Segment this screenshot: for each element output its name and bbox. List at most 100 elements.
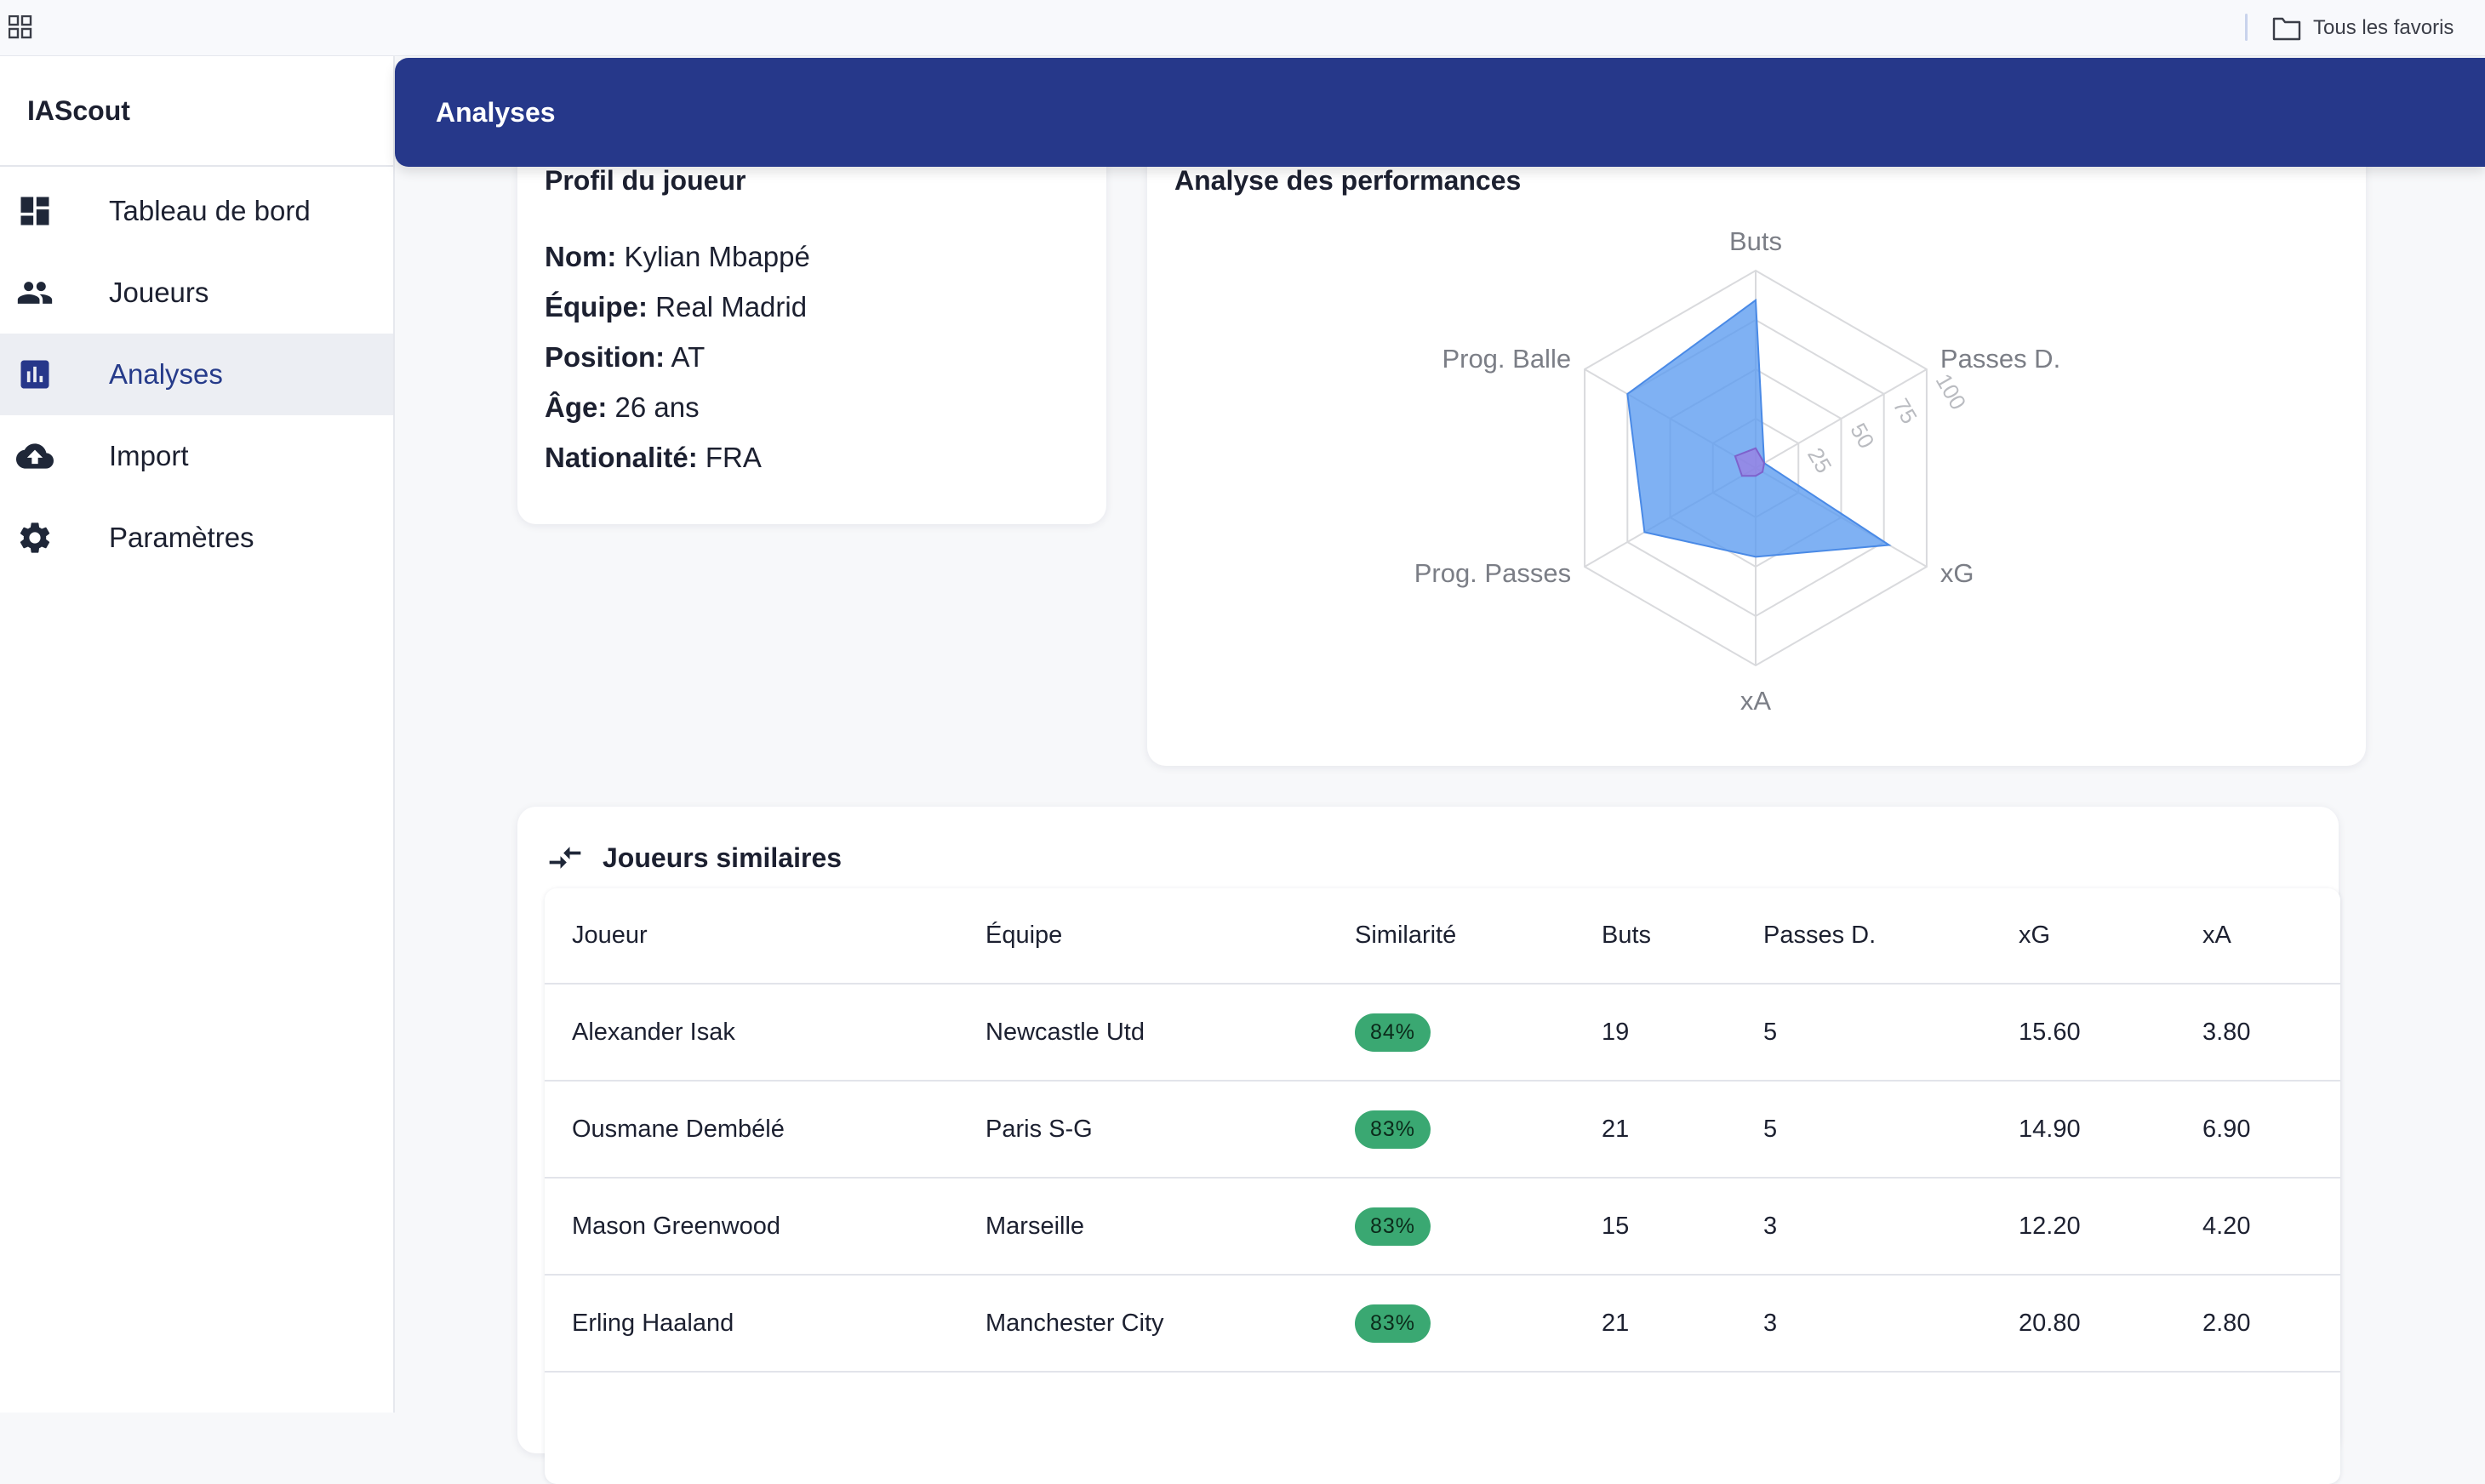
compare-arrows-icon (549, 847, 581, 869)
cell-xg: 20.80 (1991, 1275, 2175, 1373)
profile-field-value: AT (671, 341, 706, 373)
similar-players-table: Joueur Équipe Similarité Buts Passes D. … (545, 888, 2340, 1484)
sidebar-item-settings[interactable]: Paramètres (0, 497, 393, 579)
similarity-badge: 83% (1355, 1110, 1431, 1149)
sidebar-item-import[interactable]: Import (0, 415, 393, 497)
cell-xa: 6.90 (2175, 1081, 2340, 1179)
gear-icon (15, 518, 54, 557)
profile-field-team: Équipe: Real Madrid (545, 282, 810, 332)
cell-goals: 21 (1574, 1081, 1736, 1179)
bookmarks-folder[interactable]: Tous les favoris (2272, 12, 2454, 44)
app-header: Analyses (395, 58, 2485, 167)
cell-assists: 5 (1736, 984, 1991, 1082)
folder-icon (2272, 17, 2301, 41)
radar-axis-label: Prog. Balle (1442, 344, 1571, 374)
bookmarks-separator (2245, 14, 2248, 41)
radar-tick-label: 100 (1931, 369, 1972, 414)
radar-tick-label: 25 (1802, 443, 1837, 477)
player-profile-card: Profil du joueur Nom: Kylian Mbappé Équi… (517, 128, 1106, 524)
bookmarks-folder-label: Tous les favoris (2313, 16, 2454, 39)
profile-field-label: Équipe: (545, 291, 648, 322)
sidebar-item-players[interactable]: Joueurs (0, 252, 393, 334)
cell-assists: 5 (1736, 1081, 1991, 1179)
table-header-row: Joueur Équipe Similarité Buts Passes D. … (545, 888, 2340, 985)
radar-axis-label: Buts (1729, 226, 1782, 256)
table-row[interactable]: Mason Greenwood Marseille 83% 15 3 12.20… (545, 1178, 2340, 1276)
profile-field-label: Âge: (545, 391, 608, 423)
column-header-goals[interactable]: Buts (1574, 888, 1736, 985)
profile-field-name: Nom: Kylian Mbappé (545, 231, 810, 282)
radar-tick-label: 75 (1888, 394, 1922, 428)
column-header-player[interactable]: Joueur (545, 888, 958, 985)
cloud-upload-icon (15, 437, 54, 476)
cell-goals: 19 (1574, 984, 1736, 1082)
cell-xg: 12.20 (1991, 1178, 2175, 1276)
cell-xg: 15.60 (1991, 984, 2175, 1082)
column-header-xa[interactable]: xA (2175, 888, 2340, 985)
cell-assists: 3 (1736, 1275, 1991, 1373)
cell-similarity: 84% (1328, 984, 1574, 1082)
profile-field-value: Kylian Mbappé (624, 241, 810, 272)
similarity-badge: 83% (1355, 1207, 1431, 1246)
profile-field-label: Position: (545, 341, 666, 373)
cell-goals: 21 (1574, 1275, 1736, 1373)
similarity-badge: 84% (1355, 1013, 1431, 1052)
radar-axis-label: Prog. Passes (1414, 558, 1571, 588)
profile-field-label: Nom: (545, 241, 617, 272)
cell-goals: 15 (1574, 1178, 1736, 1276)
profile-field-age: Âge: 26 ans (545, 382, 810, 432)
cell-xa: 4.20 (2175, 1178, 2340, 1276)
performance-card: Analyse des performances 25 50 75 100 Buts Pa… (1147, 128, 2366, 766)
bar-chart-icon (15, 355, 54, 394)
cell-similarity: 83% (1328, 1081, 1574, 1179)
cell-xa: 3.80 (2175, 984, 2340, 1082)
cell-team: Manchester City (958, 1275, 1328, 1373)
cell-team: Paris S-G (958, 1081, 1328, 1179)
similar-title: Joueurs similaires (603, 842, 843, 873)
profile-field-value: FRA (705, 442, 762, 473)
profile-field-value: 26 ans (614, 391, 700, 423)
cell-assists: 3 (1736, 1178, 1991, 1276)
cell-similarity: 83% (1328, 1275, 1574, 1373)
radar-axis-label: xG (1940, 558, 1974, 588)
column-header-team[interactable]: Équipe (958, 888, 1328, 985)
sidebar-item-label: Joueurs (109, 277, 209, 308)
people-icon (15, 273, 54, 312)
radar-chart: 2550 75 100 Buts Passes D. xG xA Prog. Passes Pr… (1414, 226, 2060, 716)
apps-grid-icon[interactable] (8, 14, 32, 39)
table-row[interactable]: Alexander Isak Newcastle Utd 84% 19 5 15… (545, 984, 2340, 1082)
radar-tick-label: 50 (1845, 419, 1879, 453)
sidebar-nav: Tableau de bord Joueurs Analyses Import … (0, 167, 393, 579)
cell-team: Newcastle Utd (958, 984, 1328, 1082)
cell-team: Marseille (958, 1178, 1328, 1276)
radar-axis-label: Passes D. (1940, 344, 2060, 374)
cell-xa: 2.80 (2175, 1275, 2340, 1373)
profile-field-position: Position: AT (545, 332, 810, 382)
sidebar-item-analyses[interactable]: Analyses (0, 334, 393, 415)
sidebar-item-dashboard[interactable]: Tableau de bord (0, 170, 393, 252)
profile-field-value: Real Madrid (655, 291, 808, 322)
cell-xg: 14.90 (1991, 1081, 2175, 1179)
bookmarks-bar: Tous les favoris (0, 0, 2485, 56)
cell-player: Erling Haaland (545, 1275, 958, 1373)
cell-similarity: 83% (1328, 1178, 1574, 1276)
sidebar-item-label: Paramètres (109, 522, 254, 553)
cell-player: Ousmane Dembélé (545, 1081, 958, 1179)
profile-title: Profil du joueur (545, 165, 746, 196)
brand-title: IAScout (0, 56, 393, 167)
sidebar-item-label: Tableau de bord (109, 195, 311, 226)
profile-field-nationality: Nationalité: FRA (545, 432, 810, 482)
column-header-similarity[interactable]: Similarité (1328, 888, 1574, 985)
column-header-xg[interactable]: xG (1991, 888, 2175, 985)
sidebar: IAScout Tableau de bord Joueurs Analyses… (0, 56, 395, 1413)
column-header-assists[interactable]: Passes D. (1736, 888, 1991, 985)
sidebar-item-label: Analyses (109, 358, 223, 390)
table-row[interactable]: Erling Haaland Manchester City 83% 21 3 … (545, 1275, 2340, 1373)
similar-players-card: Joueurs similaires Joueur Équipe Similar… (517, 807, 2340, 1484)
similar-header: Joueurs similaires (546, 839, 842, 876)
dashboard-icon (15, 191, 54, 231)
sidebar-item-label: Import (109, 440, 189, 471)
radar-axis-label: xA (1740, 686, 1772, 716)
cell-player: Mason Greenwood (545, 1178, 958, 1276)
table-row[interactable]: Ousmane Dembélé Paris S-G 83% 21 5 14.90… (545, 1081, 2340, 1179)
